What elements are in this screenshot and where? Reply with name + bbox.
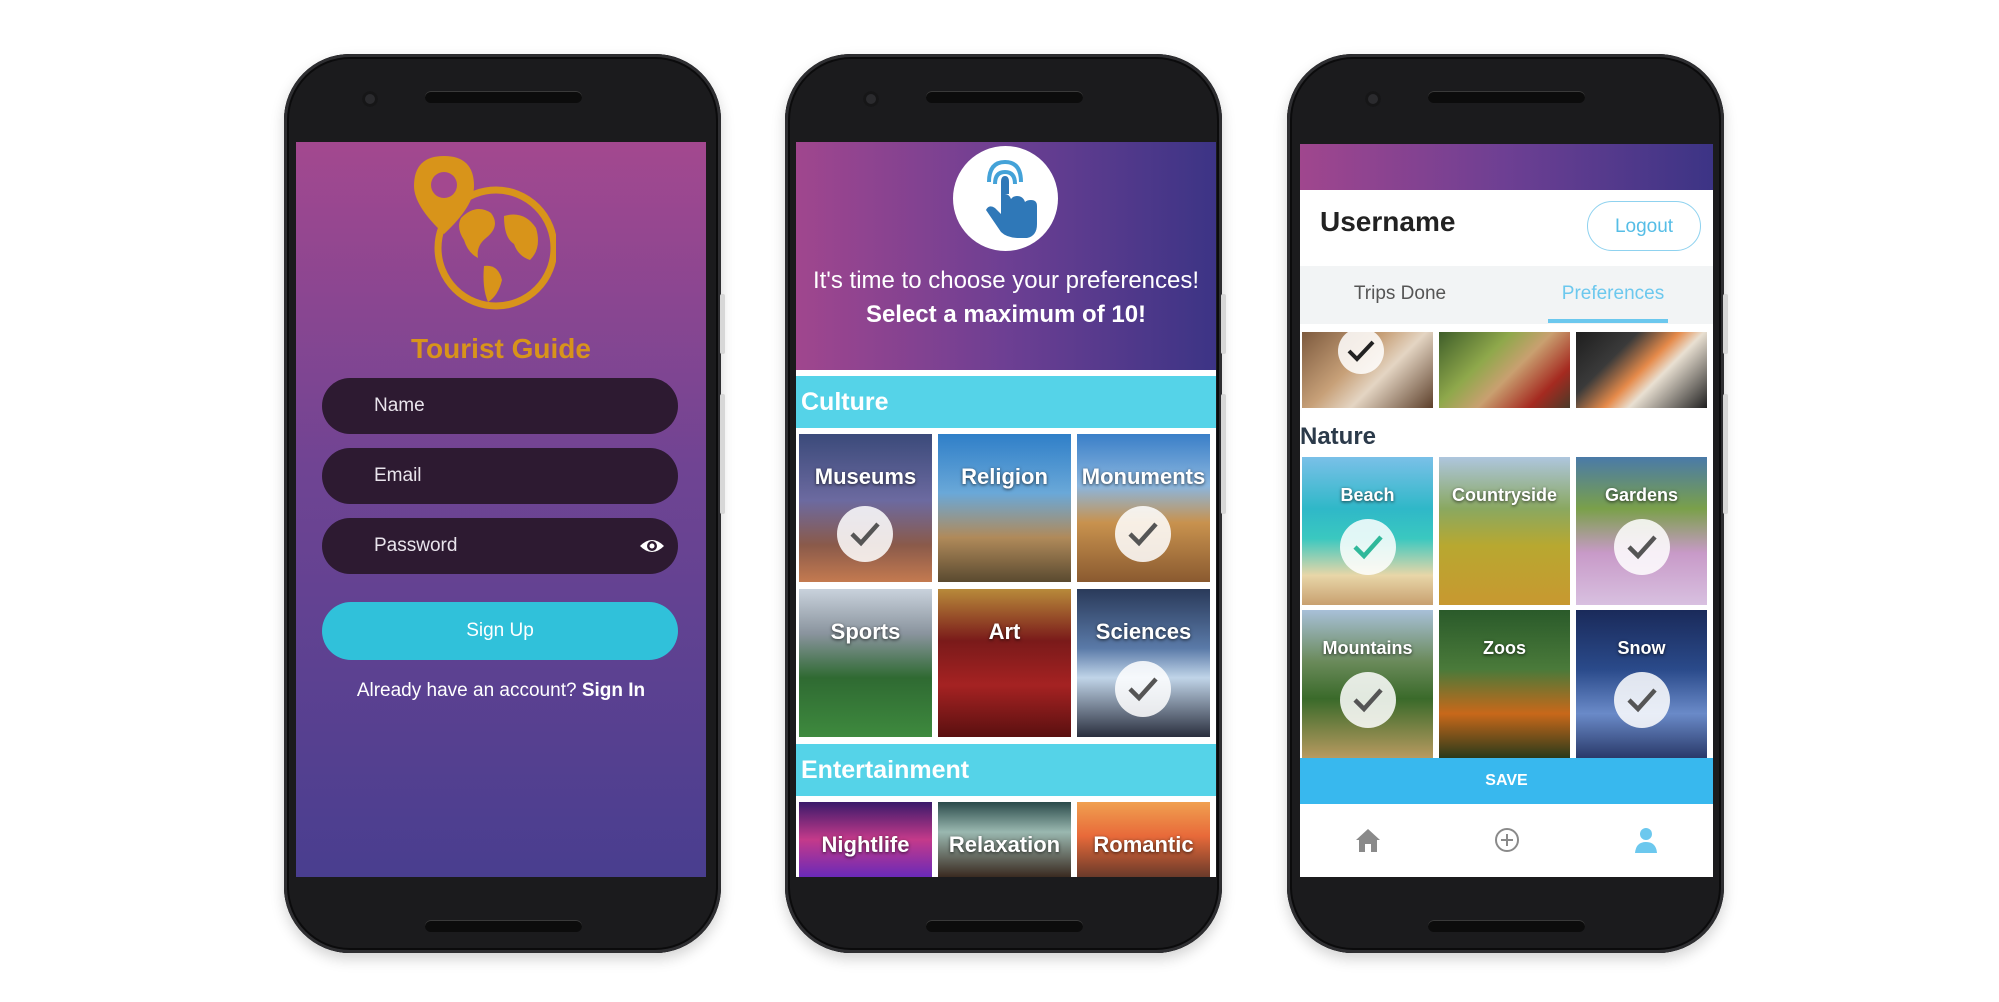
food-tile-3[interactable] xyxy=(1576,332,1707,408)
nature-tile-zoos[interactable]: Zoos xyxy=(1439,610,1570,758)
app-brand-title: Tourist Guide xyxy=(411,333,591,364)
volume-button xyxy=(1723,294,1728,354)
check-icon xyxy=(837,506,893,562)
home-icon[interactable] xyxy=(1352,824,1384,856)
front-camera xyxy=(1365,91,1381,107)
email-field[interactable]: Email xyxy=(322,448,678,504)
culture-tile-art[interactable]: Art xyxy=(938,589,1071,737)
food-tile-1[interactable] xyxy=(1302,332,1433,408)
category-entertainment: Entertainment xyxy=(796,744,1216,796)
nature-tile-countryside[interactable]: Countryside xyxy=(1439,457,1570,605)
check-icon xyxy=(1115,506,1171,562)
preferences-prompt: It's time to choose your preferences! xyxy=(812,267,1200,294)
profile-screen: Username Logout Trips Done Preferences N… xyxy=(1300,144,1713,877)
nature-tile-mountains[interactable]: Mountains xyxy=(1302,610,1433,758)
add-circle-icon[interactable] xyxy=(1491,824,1523,856)
front-camera xyxy=(362,91,378,107)
name-placeholder: Name xyxy=(374,395,425,416)
tile-label: Monuments xyxy=(1081,464,1206,489)
top-speaker xyxy=(926,91,1083,103)
hand-badge xyxy=(953,146,1058,251)
username-label: Username xyxy=(1320,206,1456,237)
power-button xyxy=(1221,394,1226,514)
tile-label: Museums xyxy=(814,464,917,489)
tab-preferences[interactable]: Preferences xyxy=(1513,266,1713,324)
tile-label: Gardens xyxy=(1604,485,1679,505)
phone-preferences: It's time to choose your preferences! Se… xyxy=(785,54,1226,953)
check-icon xyxy=(1614,519,1670,575)
front-camera xyxy=(863,91,879,107)
active-tab-indicator xyxy=(1548,319,1668,323)
person-icon[interactable] xyxy=(1630,824,1662,856)
check-icon xyxy=(1614,672,1670,728)
food-tile-2[interactable] xyxy=(1439,332,1570,408)
password-placeholder: Password xyxy=(374,535,458,556)
touch-hand-icon xyxy=(986,159,1037,238)
preferences-limit: Select a maximum of 10! xyxy=(865,301,1147,328)
tile-label: Zoos xyxy=(1483,638,1526,658)
tile-label: Sports xyxy=(830,619,901,644)
globe-pin-logo-icon xyxy=(414,156,556,310)
culture-tile-religion[interactable]: Religion xyxy=(938,434,1071,582)
tile-label: Art xyxy=(988,619,1021,644)
tile-label: Snow xyxy=(1617,638,1666,658)
category-culture: Culture xyxy=(796,376,1216,428)
tile-label: Nightlife xyxy=(821,832,910,857)
tile-label: Religion xyxy=(961,464,1048,489)
profile-tabs: Trips Done Preferences xyxy=(1300,266,1713,324)
nature-tile-beach[interactable]: Beach xyxy=(1302,457,1433,605)
preferences-hero: It's time to choose your preferences! Se… xyxy=(796,142,1216,370)
culture-tile-museums[interactable]: Museums xyxy=(799,434,932,582)
save-button[interactable]: SAVE xyxy=(1300,758,1713,804)
email-placeholder: Email xyxy=(374,465,422,486)
check-icon xyxy=(1340,519,1396,575)
culture-tile-monuments[interactable]: Monuments xyxy=(1077,434,1210,582)
phone-signup: Tourist Guide Name Email Password Sign U… xyxy=(284,54,725,953)
check-icon xyxy=(1338,332,1384,374)
power-button xyxy=(1723,394,1728,514)
volume-button xyxy=(720,294,725,354)
preferences-screen: It's time to choose your preferences! Se… xyxy=(796,142,1216,877)
signup-button[interactable]: Sign Up xyxy=(322,602,678,660)
nature-tile-snow[interactable]: Snow xyxy=(1576,610,1707,758)
check-icon xyxy=(1115,661,1171,717)
signin-link[interactable]: Sign In xyxy=(582,680,645,701)
volume-button xyxy=(1221,294,1226,354)
password-field[interactable]: Password xyxy=(322,518,678,574)
tile-label: Mountains xyxy=(1322,638,1413,658)
top-speaker xyxy=(1428,91,1585,103)
bottom-speaker xyxy=(926,920,1083,932)
nature-tile-gardens[interactable]: Gardens xyxy=(1576,457,1707,605)
logout-button[interactable]: Logout xyxy=(1587,201,1701,251)
tab-trips-done[interactable]: Trips Done xyxy=(1300,266,1500,324)
bottom-speaker xyxy=(425,920,582,932)
culture-tile-sciences[interactable]: Sciences xyxy=(1077,589,1210,737)
entertainment-tile-relaxation[interactable]: Relaxation xyxy=(938,802,1071,877)
check-icon xyxy=(1340,672,1396,728)
phone-profile: Username Logout Trips Done Preferences N… xyxy=(1287,54,1728,953)
entertainment-tile-romantic[interactable]: Romantic xyxy=(1077,802,1210,877)
profile-header-band xyxy=(1300,144,1713,190)
eye-icon[interactable] xyxy=(638,533,666,559)
power-button xyxy=(720,394,725,514)
tile-label: Countryside xyxy=(1451,485,1557,505)
already-text: Already have an account? xyxy=(356,680,577,701)
tile-label: Sciences xyxy=(1095,619,1192,644)
bottom-navigation xyxy=(1300,804,1713,877)
tile-label: Relaxation xyxy=(948,832,1061,857)
tile-label: Romantic xyxy=(1093,832,1194,857)
bottom-speaker xyxy=(1428,920,1585,932)
top-speaker xyxy=(425,91,582,103)
nature-heading: Nature xyxy=(1300,423,1377,450)
entertainment-tile-nightlife[interactable]: Nightlife xyxy=(799,802,932,877)
culture-tile-sports[interactable]: Sports xyxy=(799,589,932,737)
signup-screen: Tourist Guide Name Email Password Sign U… xyxy=(296,142,706,877)
tile-label: Beach xyxy=(1340,485,1395,505)
already-account-row: Already have an account? Sign In xyxy=(296,680,706,702)
name-field[interactable]: Name xyxy=(322,378,678,434)
